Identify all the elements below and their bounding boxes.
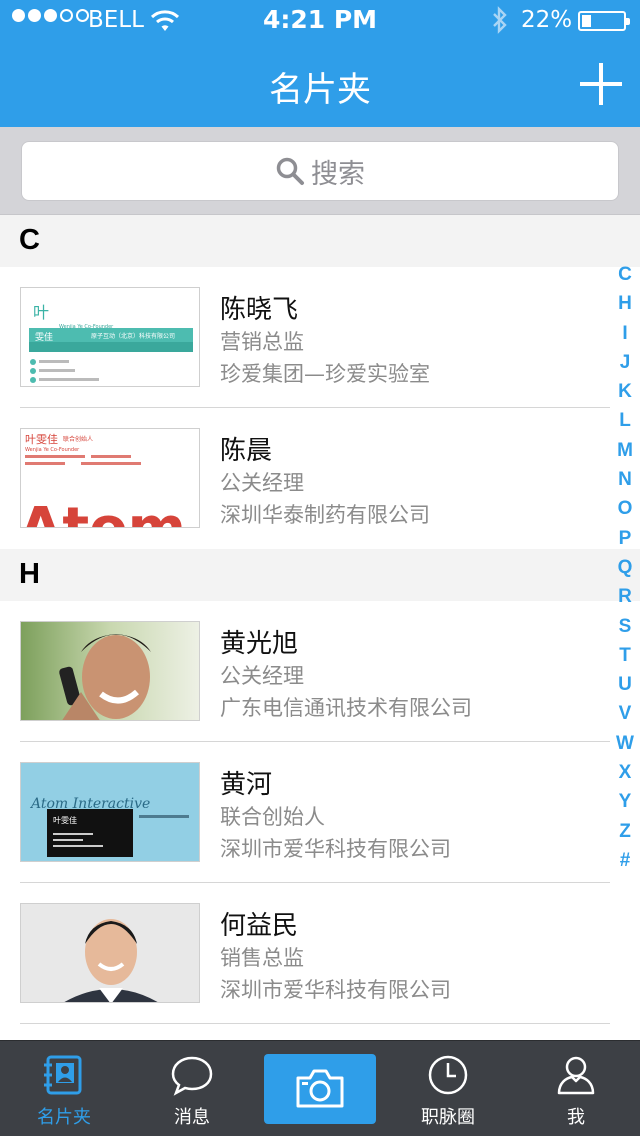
contact-company: 深圳华泰制药有限公司 xyxy=(220,503,430,527)
bluetooth-icon xyxy=(493,6,507,34)
chat-bubble-icon xyxy=(171,1056,213,1096)
contact-title: 营销总监 xyxy=(220,330,304,354)
contact-title: 联合创始人 xyxy=(220,805,325,829)
tab-career-circle[interactable]: 职脉圈 xyxy=(384,1041,512,1136)
index-letter[interactable]: L xyxy=(610,410,640,439)
index-letter[interactable]: K xyxy=(610,381,640,410)
index-letter[interactable]: Q xyxy=(610,557,640,586)
section-letter: C xyxy=(19,224,40,256)
index-letter[interactable]: I xyxy=(610,323,640,352)
contact-title: 公关经理 xyxy=(220,664,304,688)
tab-bar: 名片夹 消息 职脉圈 我 xyxy=(0,1040,640,1136)
index-letter[interactable]: W xyxy=(610,733,640,762)
contact-company: 深圳市爱华科技有限公司 xyxy=(220,978,451,1002)
index-letter[interactable]: S xyxy=(610,616,640,645)
contact-title: 销售总监 xyxy=(220,946,304,970)
svg-text:原子互动（北京）科技有限公司: 原子互动（北京）科技有限公司 xyxy=(91,332,175,340)
business-card-thumbnail: 叶雯佳 联合创始人 Wenjia Ye Co-Founder Atom xyxy=(20,428,200,528)
battery-percentage: 22% xyxy=(521,7,573,33)
business-card-thumbnail: 叶 雯佳 Wenjia Ye Co-Founder 原子互动（北京）科技有限公司 xyxy=(20,287,200,387)
index-letter[interactable]: X xyxy=(610,762,640,791)
tab-messages[interactable]: 消息 xyxy=(128,1041,256,1136)
svg-text:Wenjia Ye Co-Founder: Wenjia Ye Co-Founder xyxy=(25,447,80,453)
row-divider xyxy=(20,1023,610,1024)
index-letter[interactable]: Z xyxy=(610,821,640,850)
contact-row[interactable]: 叶 雯佳 Wenjia Ye Co-Founder 原子互动（北京）科技有限公司… xyxy=(0,267,640,408)
contact-name: 黄光旭 xyxy=(220,629,299,659)
search-input[interactable]: 搜索 xyxy=(21,141,619,201)
index-letter[interactable]: R xyxy=(610,586,640,615)
index-letter[interactable]: H xyxy=(610,293,640,322)
contact-name: 陈晨 xyxy=(220,436,273,466)
page-title: 名片夹 xyxy=(269,70,371,110)
tab-label: 职脉圈 xyxy=(421,1107,475,1128)
section-header-c: C xyxy=(0,215,640,267)
index-letter[interactable]: T xyxy=(610,645,640,674)
contact-name: 何益民 xyxy=(220,911,299,941)
contact-row[interactable]: 叶雯佳 联合创始人 Wenjia Ye Co-Founder Atom 陈晨 公… xyxy=(0,408,640,549)
contact-row[interactable]: Atom Interactive 叶雯佳 黄河 联合创始人 深圳市爱华科技有限公… xyxy=(0,742,640,883)
search-placeholder: 搜索 xyxy=(311,158,365,190)
contact-photo xyxy=(20,903,200,1003)
tab-camera-scan[interactable] xyxy=(264,1054,376,1124)
contact-row[interactable]: 黄光旭 公关经理 广东电信通讯技术有限公司 xyxy=(0,601,640,742)
alphabet-index[interactable]: C H I J K L M N O P Q R S T U V W X Y Z # xyxy=(610,264,640,879)
svg-text:雯佳: 雯佳 xyxy=(35,331,53,343)
contact-company: 深圳市爱华科技有限公司 xyxy=(220,837,451,861)
business-card-thumbnail: Atom Interactive 叶雯佳 xyxy=(20,762,200,862)
add-card-button[interactable] xyxy=(580,63,622,105)
section-letter: H xyxy=(19,558,40,590)
camera-icon xyxy=(296,1069,344,1108)
battery-icon xyxy=(578,11,630,31)
tab-label: 我 xyxy=(567,1107,585,1128)
index-letter[interactable]: Y xyxy=(610,791,640,820)
contact-company: 广东电信通讯技术有限公司 xyxy=(220,696,472,720)
svg-text:联合创始人: 联合创始人 xyxy=(63,435,93,443)
index-letter[interactable]: J xyxy=(610,352,640,381)
navigation-bar: BELL 4:21 PM 22% 名片夹 xyxy=(0,0,640,127)
tab-label: 消息 xyxy=(174,1107,210,1128)
person-icon xyxy=(557,1056,595,1095)
svg-text:叶: 叶 xyxy=(33,303,49,322)
index-letter[interactable]: N xyxy=(610,469,640,498)
svg-text:叶雯佳: 叶雯佳 xyxy=(53,815,77,825)
contact-row[interactable]: 何益民 销售总监 深圳市爱华科技有限公司 xyxy=(0,883,640,1024)
contact-company: 珍爱集团—珍爱实验室 xyxy=(220,362,430,386)
contacts-book-icon xyxy=(44,1055,82,1095)
index-letter[interactable]: C xyxy=(610,264,640,293)
svg-text:Atom: Atom xyxy=(21,496,186,528)
contact-name: 黄河 xyxy=(220,770,273,800)
tab-cardholder[interactable]: 名片夹 xyxy=(0,1041,128,1136)
clock-icon xyxy=(428,1055,468,1095)
svg-text:叶雯佳: 叶雯佳 xyxy=(25,432,58,446)
svg-text:Wenjia Ye Co-Founder: Wenjia Ye Co-Founder xyxy=(59,324,114,330)
contact-title: 公关经理 xyxy=(220,471,304,495)
tab-label: 名片夹 xyxy=(37,1107,91,1128)
index-letter[interactable]: P xyxy=(610,528,640,557)
index-letter[interactable]: M xyxy=(610,440,640,469)
index-letter[interactable]: # xyxy=(610,850,640,879)
status-bar: BELL 4:21 PM 22% xyxy=(0,0,640,40)
search-bar-container: 搜索 xyxy=(0,127,640,215)
index-letter[interactable]: U xyxy=(610,674,640,703)
contact-name: 陈晓飞 xyxy=(220,295,299,325)
section-header-h: H xyxy=(0,549,640,601)
tab-me[interactable]: 我 xyxy=(512,1041,640,1136)
search-icon xyxy=(276,157,304,185)
index-letter[interactable]: O xyxy=(610,498,640,527)
index-letter[interactable]: V xyxy=(610,703,640,732)
contact-photo xyxy=(20,621,200,721)
